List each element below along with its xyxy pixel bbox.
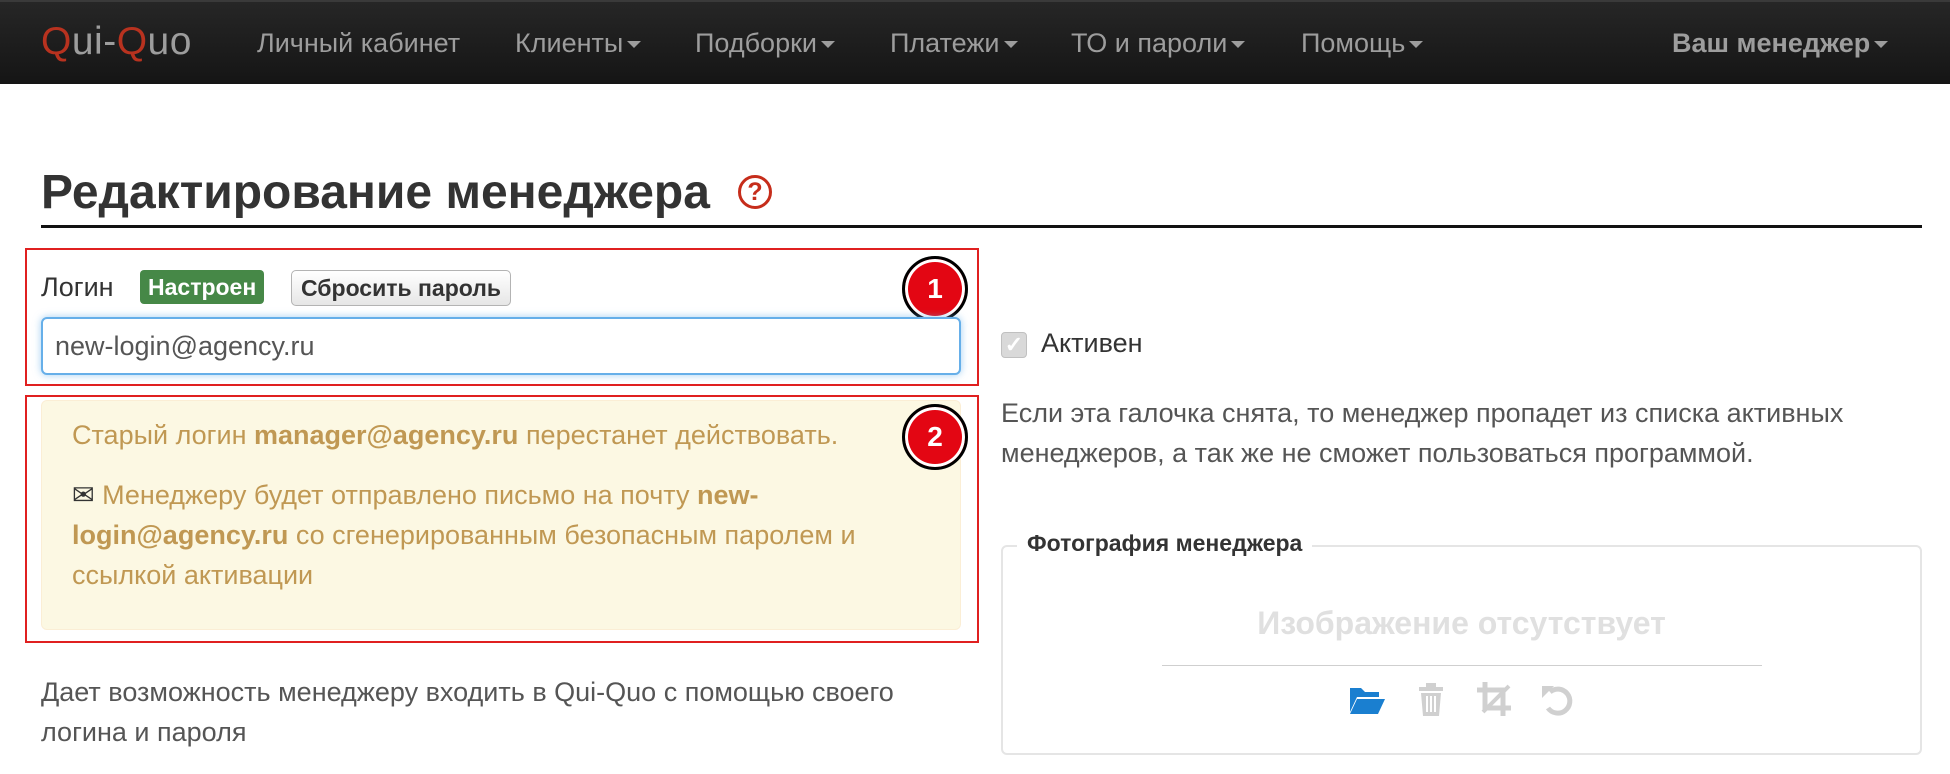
annotation-badge-2: 2: [902, 404, 968, 470]
active-label: Активен: [1041, 328, 1143, 358]
page-title: Редактирование менеджера: [41, 166, 710, 219]
brand-part: uo: [147, 20, 192, 63]
photo-divider: [1162, 665, 1762, 666]
old-login-email: manager@agency.ru: [254, 420, 519, 450]
brand-part: ui-: [71, 20, 117, 63]
reset-password-button[interactable]: Сбросить пароль: [291, 270, 511, 306]
nav-item-cabinet[interactable]: Личный кабинет: [257, 28, 460, 59]
nav-item-manager[interactable]: Ваш менеджер: [1672, 28, 1889, 59]
nav-item-payments[interactable]: Платежи: [890, 28, 1018, 59]
nav-label: Клиенты: [515, 28, 624, 58]
envelope-icon: ✉: [72, 480, 95, 510]
annotation-badge-1: 1: [902, 256, 968, 322]
brand-letter: Q: [41, 20, 72, 63]
warning-text: Старый логин: [72, 420, 254, 450]
warning-text: Менеджеру будет отправлено письмо на поч…: [94, 480, 697, 510]
chevron-down-icon: [1409, 41, 1424, 49]
login-input[interactable]: [41, 317, 961, 375]
crop-icon[interactable]: [1475, 680, 1515, 720]
active-checkbox[interactable]: ✓: [1001, 332, 1027, 358]
photo-fieldset: [1001, 545, 1922, 755]
help-icon[interactable]: ?: [738, 175, 772, 209]
trash-icon[interactable]: [1411, 680, 1451, 720]
login-change-warning: Старый логин manager@agency.ru перестане…: [41, 400, 961, 630]
warning-email-notice: ✉ Менеджеру будет отправлено письмо на п…: [72, 475, 912, 595]
nav-label: Помощь: [1301, 28, 1406, 58]
brand-logo[interactable]: Qui-Quo: [41, 20, 192, 64]
nav-label: ТО и пароли: [1071, 28, 1228, 58]
brand-letter: Q: [116, 20, 148, 63]
chevron-down-icon: [1231, 41, 1246, 49]
warning-old-login: Старый логин manager@agency.ru перестане…: [72, 415, 838, 455]
chevron-down-icon: [627, 41, 642, 49]
nav-item-help[interactable]: Помощь: [1301, 28, 1424, 59]
nav-item-clients[interactable]: Клиенты: [515, 28, 642, 59]
chevron-down-icon: [1003, 41, 1018, 49]
chevron-down-icon: [1874, 41, 1889, 49]
warning-text: перестанет действовать.: [518, 420, 839, 450]
nav-label: Личный кабинет: [257, 28, 461, 58]
top-navbar: Qui-Quo Личный кабинет Клиенты Подборки …: [0, 0, 1950, 84]
nav-label: Ваш менеджер: [1672, 28, 1871, 58]
nav-item-to-passwords[interactable]: ТО и пароли: [1071, 28, 1246, 59]
folder-open-icon[interactable]: [1347, 680, 1387, 720]
login-label: Логин: [41, 272, 114, 302]
active-help-text: Если эта галочка снята, то менеджер проп…: [1001, 398, 1844, 468]
nav-label: Подборки: [695, 28, 817, 58]
title-divider: [41, 225, 1922, 228]
undo-icon[interactable]: [1538, 680, 1578, 720]
no-image-placeholder: Изображение отсутствует: [1257, 605, 1666, 641]
nav-item-selections[interactable]: Подборки: [695, 28, 835, 59]
login-help-text: Дает возможность менеджеру входить в Qui…: [41, 677, 894, 747]
photo-legend: Фотография менеджера: [1017, 530, 1313, 557]
nav-label: Платежи: [890, 28, 1000, 58]
status-badge: Настроен: [140, 270, 265, 304]
chevron-down-icon: [820, 41, 835, 49]
